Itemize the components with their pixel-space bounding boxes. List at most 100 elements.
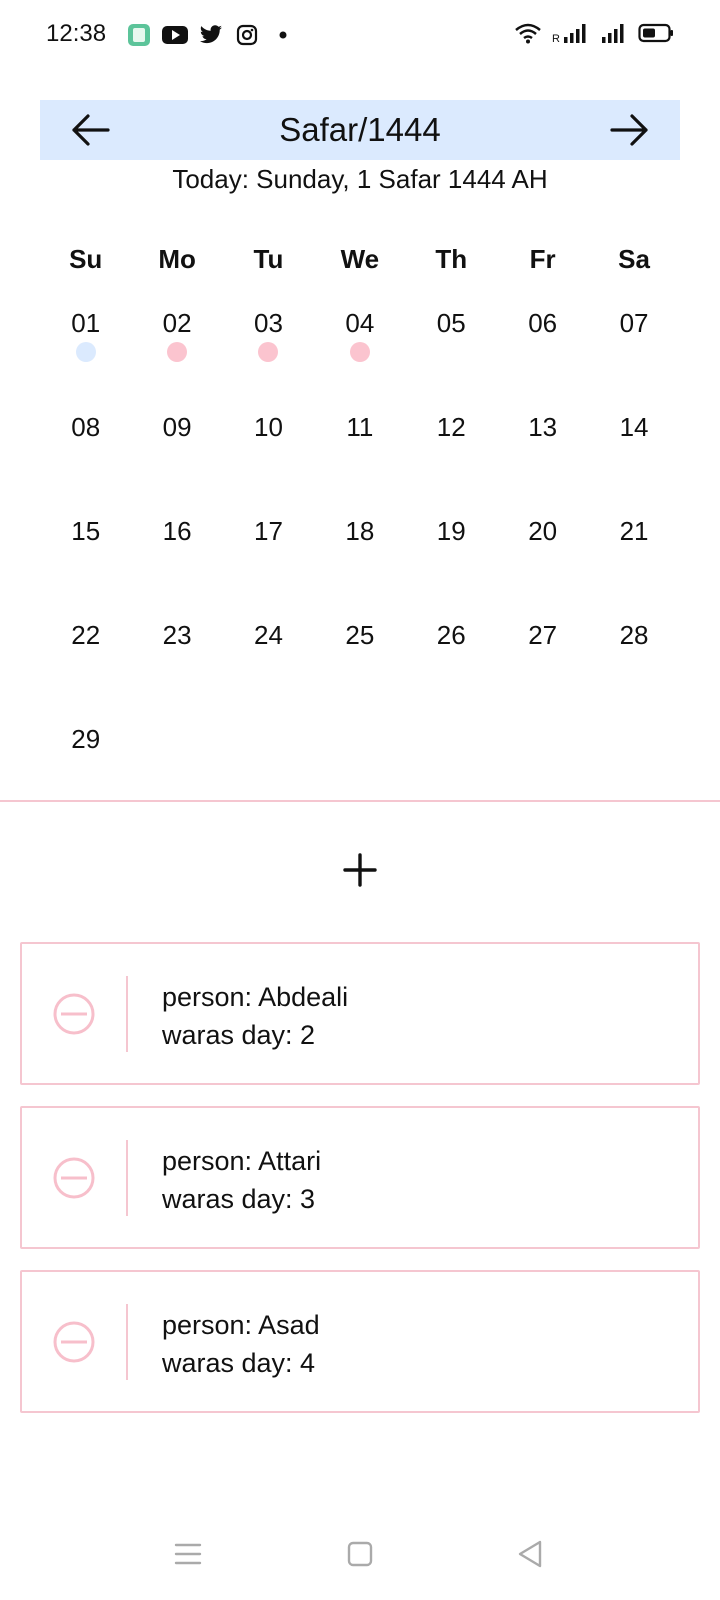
calendar-day[interactable]: 04 — [314, 304, 405, 408]
calendar-day[interactable]: 05 — [406, 304, 497, 408]
status-notification-icons — [126, 22, 296, 48]
weekday-label: Th — [435, 244, 468, 274]
calendar-day[interactable]: 25 — [314, 616, 405, 720]
remove-entry-button[interactable] — [52, 1156, 96, 1200]
status-bar: 12:38 R — [0, 0, 720, 72]
calendar-day[interactable]: 19 — [406, 512, 497, 616]
remove-entry-button[interactable] — [52, 992, 96, 1036]
calendar-day[interactable]: 11 — [314, 408, 405, 512]
day-number: 19 — [436, 516, 466, 546]
weekday-label: Fr — [529, 244, 556, 274]
day-number: 11 — [346, 412, 374, 442]
weekday-row: Su Mo Tu We Th Fr Sa — [40, 244, 680, 275]
event-marker-dot — [349, 342, 370, 362]
day-number: 10 — [254, 412, 283, 442]
next-month-button[interactable] — [608, 108, 652, 152]
day-number: 01 — [71, 308, 101, 338]
menu-icon — [174, 1543, 202, 1565]
calendar-day[interactable]: 09 — [131, 408, 222, 512]
calendar-grid: 01 02 03 04 05 06 07 08 09 10 11 12 13 14 15 16 17 18 19 20… — [40, 304, 680, 824]
entry-day: waras day: 2 — [162, 1020, 316, 1050]
back-nav-button[interactable] — [510, 1534, 550, 1574]
wifi-icon — [514, 22, 542, 49]
entry-text: person: Abdeali waras day: 2 — [162, 978, 348, 1054]
calendar-day[interactable]: 23 — [131, 616, 222, 720]
remove-circle-icon — [53, 1157, 95, 1198]
calendar-day[interactable]: 17 — [223, 512, 314, 616]
entry-person: person: Abdeali — [162, 982, 349, 1012]
day-number: 25 — [345, 620, 375, 650]
youtube-icon — [162, 22, 188, 48]
day-number: 26 — [436, 620, 466, 650]
calendar-day[interactable]: 07 — [588, 304, 679, 408]
entry-person: person: Attari — [162, 1146, 322, 1176]
calendar-day[interactable]: 15 — [40, 512, 131, 616]
weekday-label: We — [340, 244, 380, 274]
battery-icon — [638, 22, 674, 49]
day-number: 17 — [254, 516, 283, 546]
calendar-day[interactable]: 03 — [223, 304, 314, 408]
status-time: 12:38 — [46, 20, 107, 47]
today-label: Today: Sunday, 1 Safar 1444 AH — [172, 164, 548, 194]
calendar-day[interactable]: 10 — [223, 408, 314, 512]
status-system-icons: R — [514, 22, 674, 49]
day-number: 23 — [162, 620, 192, 650]
calendar-day[interactable]: 29 — [40, 720, 131, 824]
calendar-day[interactable]: 22 — [40, 616, 131, 720]
calendar-day[interactable]: 06 — [497, 304, 588, 408]
weekday-label: Mo — [158, 244, 196, 274]
day-number: 27 — [528, 620, 558, 650]
day-number: 29 — [71, 724, 101, 754]
calendar-day[interactable]: 13 — [497, 408, 588, 512]
calendar-day[interactable]: 08 — [40, 408, 131, 512]
home-nav-button[interactable] — [340, 1534, 380, 1574]
today-marker-dot — [75, 342, 96, 362]
notification-dot-icon — [270, 22, 296, 48]
signal-icon — [600, 22, 628, 49]
calendar-day[interactable]: 28 — [588, 616, 679, 720]
day-number: 18 — [345, 516, 375, 546]
back-triangle-icon — [518, 1540, 542, 1568]
previous-month-button[interactable] — [68, 108, 112, 152]
system-nav-bar — [0, 1520, 720, 1600]
day-number: 03 — [254, 308, 283, 338]
day-number: 12 — [436, 412, 466, 442]
calendar-day[interactable]: 12 — [406, 408, 497, 512]
day-number: 09 — [162, 412, 192, 442]
calendar-day[interactable]: 14 — [588, 408, 679, 512]
add-entry-button[interactable] — [336, 846, 384, 894]
plus-icon — [343, 853, 377, 887]
menu-nav-button[interactable] — [168, 1534, 208, 1574]
day-number: 15 — [71, 516, 101, 546]
weekday-label: Sa — [618, 244, 650, 274]
calendar-day[interactable]: 24 — [223, 616, 314, 720]
day-number: 16 — [162, 516, 192, 546]
divider — [0, 800, 720, 802]
entry-card: person: Attari waras day: 3 — [20, 1106, 700, 1249]
entry-list: person: Abdeali waras day: 2 person: Att… — [20, 942, 700, 1434]
day-number: 02 — [162, 308, 192, 338]
day-number: 21 — [619, 516, 649, 546]
day-number: 20 — [528, 516, 558, 546]
remove-entry-button[interactable] — [52, 1320, 96, 1364]
calendar-day[interactable]: 27 — [497, 616, 588, 720]
weekday-label: Su — [69, 244, 103, 274]
calendar-day[interactable]: 01 — [40, 304, 131, 408]
remove-circle-icon — [53, 993, 95, 1034]
calendar-day[interactable]: 26 — [406, 616, 497, 720]
calendar-day[interactable]: 21 — [588, 512, 679, 616]
instagram-icon — [234, 22, 260, 48]
day-number: 08 — [71, 412, 101, 442]
calendar-day[interactable]: 20 — [497, 512, 588, 616]
signal-roaming-icon: R — [552, 22, 590, 49]
arrow-right-icon — [610, 114, 648, 146]
svg-text:R: R — [552, 33, 560, 44]
arrow-left-icon — [72, 114, 110, 146]
calendar-day[interactable]: 02 — [131, 304, 222, 408]
calendar-day[interactable]: 16 — [131, 512, 222, 616]
calendar-day[interactable]: 18 — [314, 512, 405, 616]
day-number: 05 — [436, 308, 466, 338]
card-separator — [126, 1304, 128, 1380]
day-number: 07 — [619, 308, 649, 338]
weekday-label: Tu — [253, 244, 284, 274]
